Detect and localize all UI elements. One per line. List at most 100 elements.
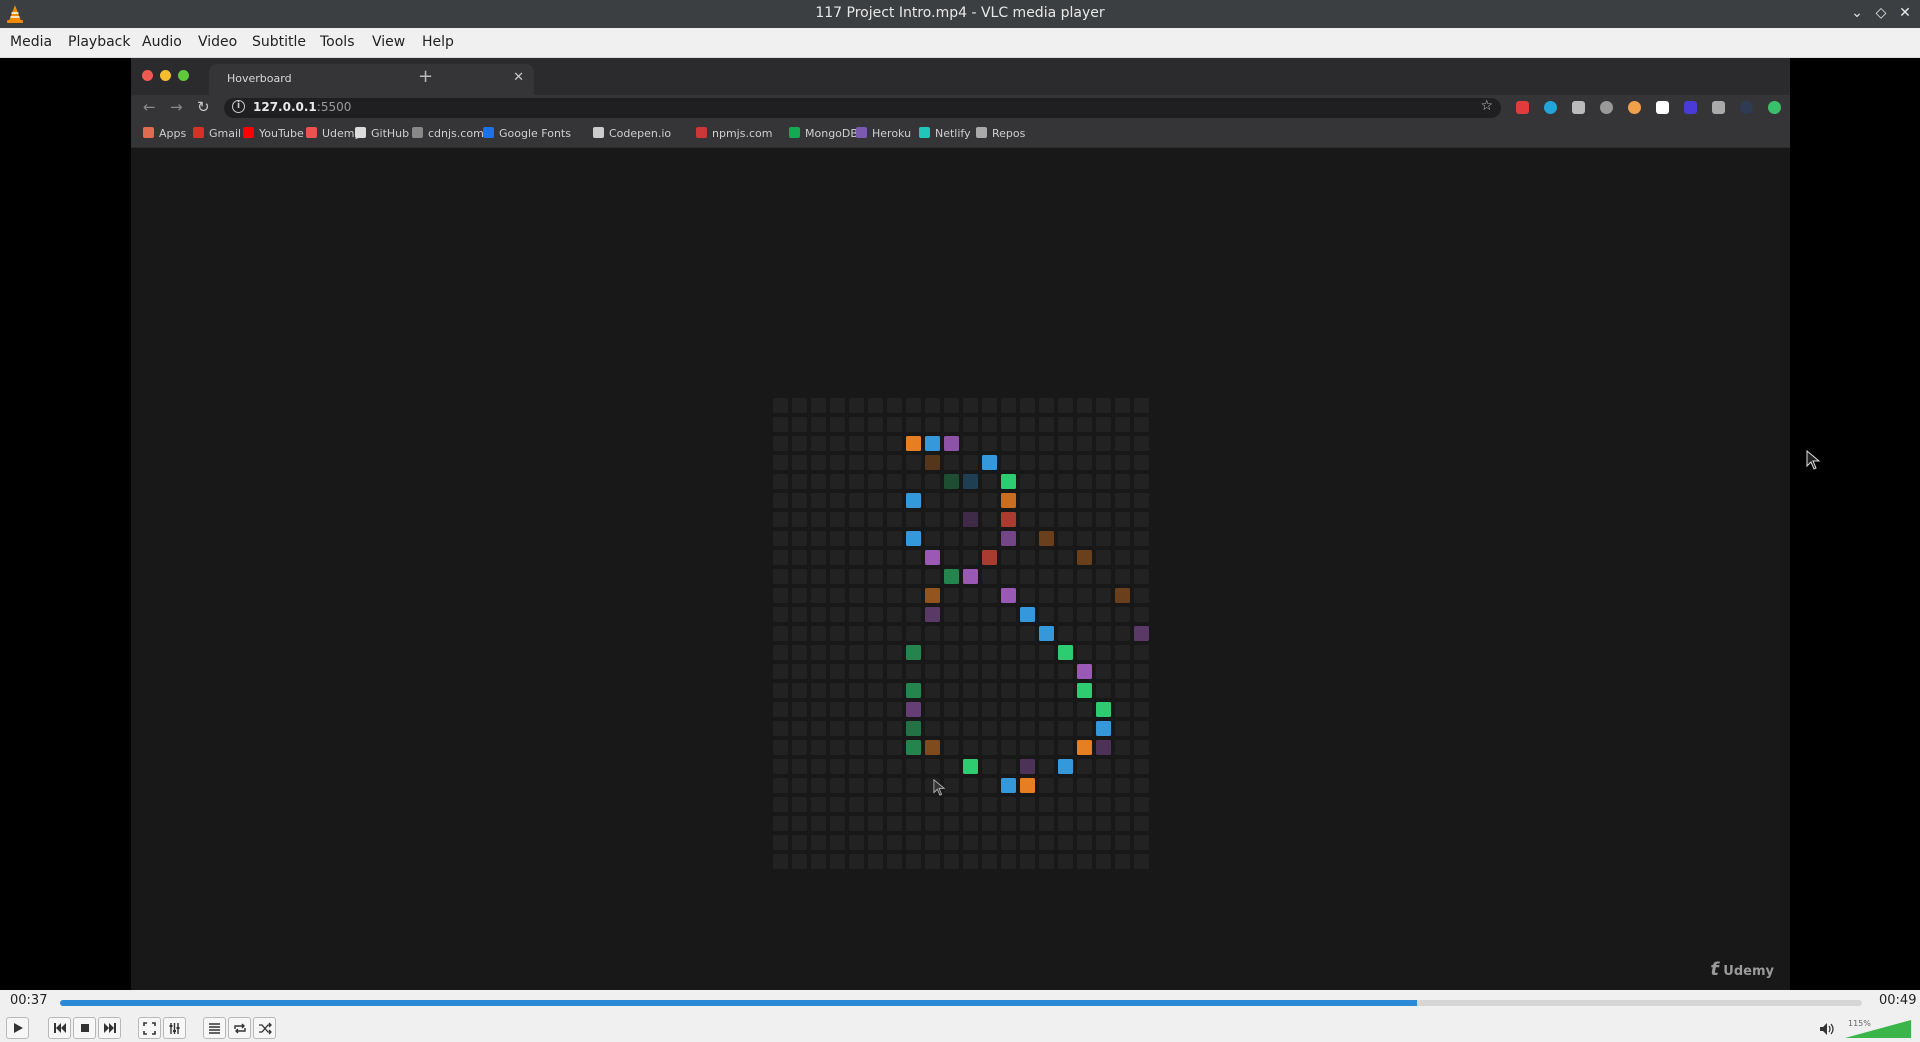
grid-square (868, 436, 883, 451)
minimize-icon[interactable]: ⌄ (1847, 3, 1867, 23)
grid-square (1115, 816, 1130, 831)
bookmark-favicon-icon (412, 127, 423, 138)
grid-square (792, 721, 807, 736)
grid-square (944, 778, 959, 793)
grid-square (1001, 417, 1016, 432)
grid-square (868, 664, 883, 679)
grid-square (1115, 759, 1130, 774)
grid-square (1077, 797, 1092, 812)
grid-square (811, 702, 826, 717)
grid-square (1115, 645, 1130, 660)
stop-button[interactable] (73, 1017, 96, 1039)
stop-icon (80, 1024, 89, 1032)
grid-square (811, 607, 826, 622)
grid-square (849, 398, 864, 413)
menu-audio[interactable]: Audio (142, 34, 182, 50)
grid-square (1077, 645, 1092, 660)
volume-slider[interactable] (1843, 1017, 1913, 1039)
grid-square (773, 835, 788, 850)
menu-tools[interactable]: Tools (320, 34, 355, 50)
grid-square (1020, 550, 1035, 565)
grid-square (1096, 569, 1111, 584)
grid-square (1020, 854, 1035, 869)
grid-square (887, 550, 902, 565)
lit-square (982, 455, 997, 470)
grid-square (830, 683, 845, 698)
grid-square (811, 474, 826, 489)
loop-button[interactable] (228, 1017, 251, 1039)
grid-square (868, 626, 883, 641)
grid-square (849, 759, 864, 774)
lit-square (906, 493, 921, 508)
grid-square (1134, 778, 1149, 793)
grid-square (1058, 740, 1073, 755)
bookmark-label: Apps (159, 127, 187, 140)
lit-square (906, 740, 921, 755)
speaker-icon[interactable] (1819, 1022, 1835, 1036)
grid-square (982, 512, 997, 527)
menu-help[interactable]: Help (422, 34, 454, 50)
grid-square (1096, 474, 1111, 489)
grid-square (925, 626, 940, 641)
traffic-minimize-icon (160, 70, 171, 81)
grid-square (811, 645, 826, 660)
grid-square (792, 683, 807, 698)
seek-bar[interactable] (60, 1000, 1862, 1006)
grid-square (1001, 797, 1016, 812)
grid-square (1115, 854, 1130, 869)
grid-square (1001, 398, 1016, 413)
grid-square (1058, 797, 1073, 812)
grid-square (944, 721, 959, 736)
lit-square (925, 436, 940, 451)
grid-square (1096, 645, 1111, 660)
extension-icon (1600, 101, 1613, 114)
grid-square (1020, 474, 1035, 489)
grid-square (773, 759, 788, 774)
grid-square (925, 797, 940, 812)
playlist-button[interactable] (203, 1017, 226, 1039)
grid-square (811, 854, 826, 869)
grid-square (963, 436, 978, 451)
bookmark-item: Apps (143, 127, 186, 140)
grid-square (868, 645, 883, 660)
grid-square (1001, 721, 1016, 736)
menu-bar: Media Playback Audio Video Subtitle Tool… (0, 28, 1920, 58)
grid-square (1134, 702, 1149, 717)
lit-square (1115, 588, 1130, 603)
grid-square (773, 474, 788, 489)
next-button[interactable] (98, 1017, 121, 1039)
grid-square (1020, 398, 1035, 413)
grid-square (982, 759, 997, 774)
grid-square (1077, 816, 1092, 831)
previous-button[interactable] (48, 1017, 71, 1039)
bookmark-item: GitHub (355, 127, 409, 140)
grid-square (849, 797, 864, 812)
close-icon[interactable]: ✕ (1895, 3, 1915, 23)
grid-square (868, 702, 883, 717)
grid-square (792, 797, 807, 812)
menu-playback[interactable]: Playback (68, 34, 130, 50)
lit-square (944, 569, 959, 584)
grid-square (830, 588, 845, 603)
browser-tab-strip: Hoverboard ✕ + (131, 58, 1790, 95)
grid-square (811, 797, 826, 812)
forward-arrow-icon: → (170, 98, 183, 116)
grid-square (1039, 854, 1054, 869)
play-button[interactable] (6, 1017, 29, 1039)
shuffle-button[interactable] (253, 1017, 276, 1039)
grid-square (811, 721, 826, 736)
menu-video[interactable]: Video (198, 34, 237, 50)
video-frame: Hoverboard ✕ + ← → ↻ i 127.0.0.1:5500 ☆ … (131, 58, 1790, 990)
browser-toolbar: ← → ↻ i 127.0.0.1:5500 ☆ (131, 95, 1790, 121)
menu-view[interactable]: View (372, 34, 405, 50)
fullscreen-button[interactable] (138, 1017, 161, 1039)
extended-settings-button[interactable] (163, 1017, 186, 1039)
menu-media[interactable]: Media (10, 34, 52, 50)
video-surface[interactable]: Hoverboard ✕ + ← → ↻ i 127.0.0.1:5500 ☆ … (0, 58, 1920, 990)
maximize-icon[interactable]: ◇ (1871, 3, 1891, 23)
menu-subtitle[interactable]: Subtitle (252, 34, 306, 50)
extension-icon (1544, 101, 1557, 114)
udemy-logo-icon: ƭ (1710, 959, 1720, 980)
grid-square (982, 702, 997, 717)
grid-square (1134, 683, 1149, 698)
